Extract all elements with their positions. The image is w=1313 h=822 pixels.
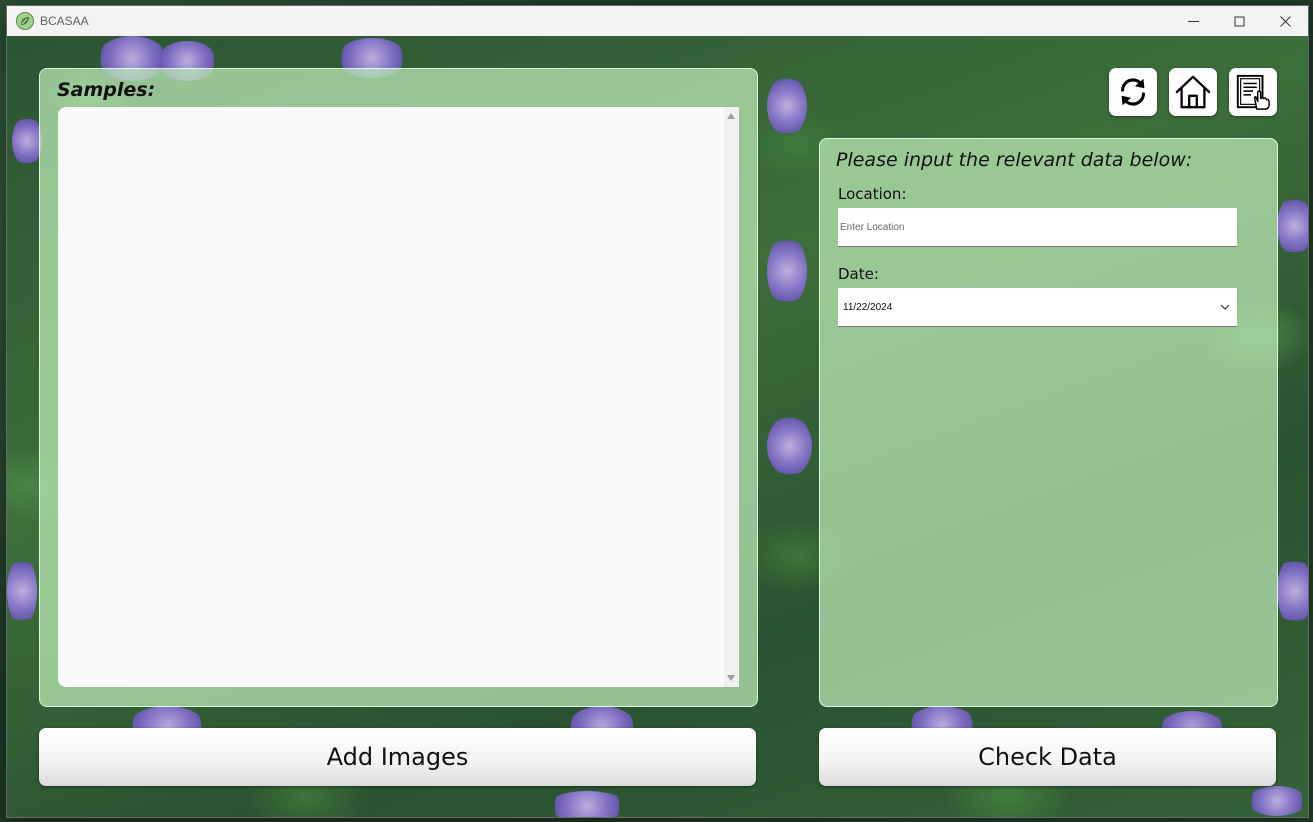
minimize-button[interactable] xyxy=(1170,6,1216,36)
app-logo-icon xyxy=(16,12,34,30)
records-icon xyxy=(1236,74,1270,110)
samples-list[interactable] xyxy=(58,107,739,687)
data-input-heading: Please input the relevant data below: xyxy=(836,149,1193,171)
close-icon xyxy=(1279,15,1291,27)
date-picker[interactable]: 11/22/2024 xyxy=(838,288,1237,327)
scroll-down-icon[interactable] xyxy=(727,675,735,681)
scroll-up-icon[interactable] xyxy=(727,113,735,119)
date-label: Date: xyxy=(838,265,879,283)
window-title: BCASAA xyxy=(40,14,89,28)
home-button[interactable] xyxy=(1169,68,1217,116)
app-window: BCASAA Samples: Please input the relevan… xyxy=(7,6,1308,817)
samples-title: Samples: xyxy=(57,79,156,101)
samples-panel: Samples: xyxy=(39,68,758,707)
add-images-button[interactable]: Add Images xyxy=(39,728,756,786)
maximize-button[interactable] xyxy=(1216,6,1262,36)
records-button[interactable] xyxy=(1229,68,1277,116)
location-input[interactable] xyxy=(838,208,1237,247)
minimize-icon xyxy=(1187,20,1199,22)
title-bar[interactable]: BCASAA xyxy=(7,6,1308,36)
refresh-button[interactable] xyxy=(1109,68,1157,116)
location-label: Location: xyxy=(838,185,907,203)
date-value: 11/22/2024 xyxy=(843,301,893,313)
data-input-panel: Please input the relevant data below: Lo… xyxy=(819,138,1278,707)
close-button[interactable] xyxy=(1262,6,1308,36)
maximize-icon xyxy=(1234,16,1244,26)
samples-scrollbar[interactable] xyxy=(724,107,739,687)
home-icon xyxy=(1175,75,1211,109)
chevron-down-icon xyxy=(1220,304,1230,310)
refresh-icon xyxy=(1121,78,1145,106)
check-data-button[interactable]: Check Data xyxy=(819,728,1276,786)
